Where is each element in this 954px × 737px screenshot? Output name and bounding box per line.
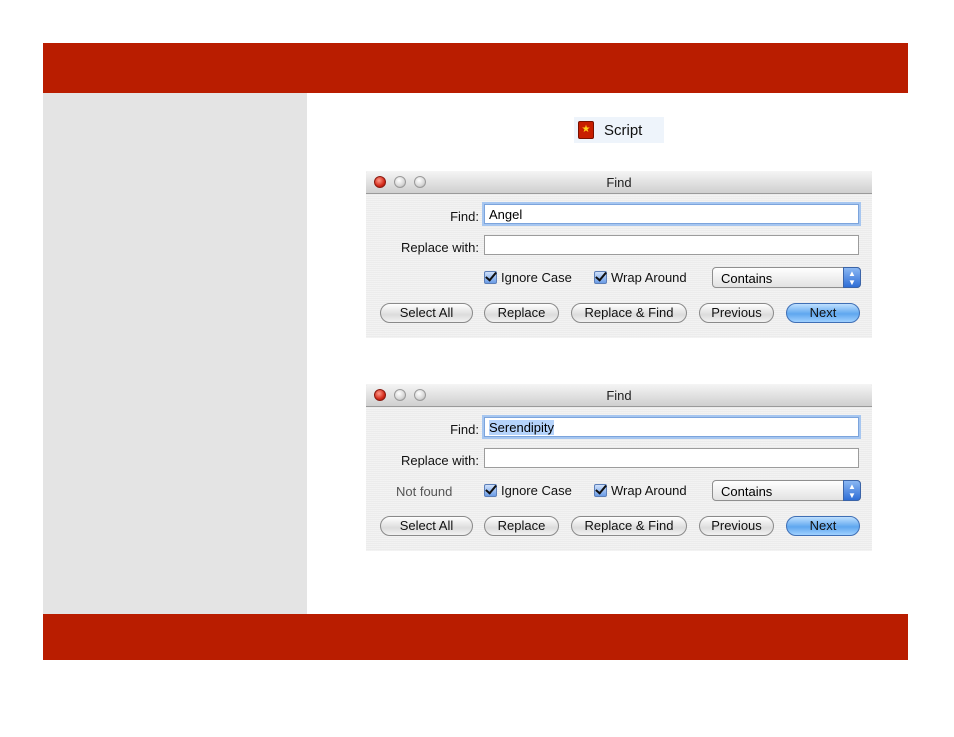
match-mode-popup[interactable]: Contains ▲ ▼ [712,480,861,501]
script-label: Script [604,121,643,139]
find-input[interactable]: Serendipity [484,417,859,437]
sidebar-panel [43,93,307,614]
ignore-case-label: Ignore Case [501,483,572,498]
script-menu-item[interactable]: ★ Script [574,117,664,143]
find-window-2: Find Find: Serendipity Replace with: Not… [366,384,872,551]
wrap-around-label: Wrap Around [611,483,687,498]
checkmark-icon [594,484,607,497]
bottom-banner [43,614,908,660]
window-title: Find [606,175,632,190]
select-all-button[interactable]: Select All [380,303,473,323]
previous-button[interactable]: Previous [699,303,774,323]
ignore-case-checkbox[interactable]: Ignore Case [484,483,572,498]
ignore-case-checkbox[interactable]: Ignore Case [484,270,572,285]
top-banner [43,43,908,93]
select-all-button[interactable]: Select All [380,516,473,536]
find-label: Find: [450,209,479,224]
replace-input[interactable] [484,235,859,255]
match-mode-value: Contains [721,271,773,286]
find-input-value: Serendipity [489,420,555,435]
replace-input[interactable] [484,448,859,468]
next-button[interactable]: Next [786,516,860,536]
updown-arrows-icon: ▲ ▼ [843,267,861,288]
find-input[interactable]: Angel [484,204,859,224]
match-mode-value: Contains [721,484,773,499]
replace-label: Replace with: [400,453,479,468]
title-bar[interactable]: Find [366,171,872,194]
find-label: Find: [450,422,479,437]
checkmark-icon [594,271,607,284]
ignore-case-label: Ignore Case [501,270,572,285]
window-title: Find [606,388,632,403]
replace-label: Replace with: [400,240,479,255]
replace-button[interactable]: Replace [484,516,559,536]
title-bar[interactable]: Find [366,384,872,407]
updown-arrows-icon: ▲ ▼ [843,480,861,501]
previous-button[interactable]: Previous [699,516,774,536]
wrap-around-label: Wrap Around [611,270,687,285]
match-mode-popup[interactable]: Contains ▲ ▼ [712,267,861,288]
checkmark-icon [484,271,497,284]
next-button[interactable]: Next [786,303,860,323]
replace-button[interactable]: Replace [484,303,559,323]
wrap-around-checkbox[interactable]: Wrap Around [594,483,687,498]
replace-and-find-button[interactable]: Replace & Find [571,516,687,536]
replace-and-find-button[interactable]: Replace & Find [571,303,687,323]
wrap-around-checkbox[interactable]: Wrap Around [594,270,687,285]
find-input-value: Angel [489,207,523,222]
checkmark-icon [484,484,497,497]
status-text: Not found [396,484,453,499]
find-window-1: Find Find: Angel Replace with: Ignore Ca… [366,171,872,338]
star-icon: ★ [578,121,594,139]
